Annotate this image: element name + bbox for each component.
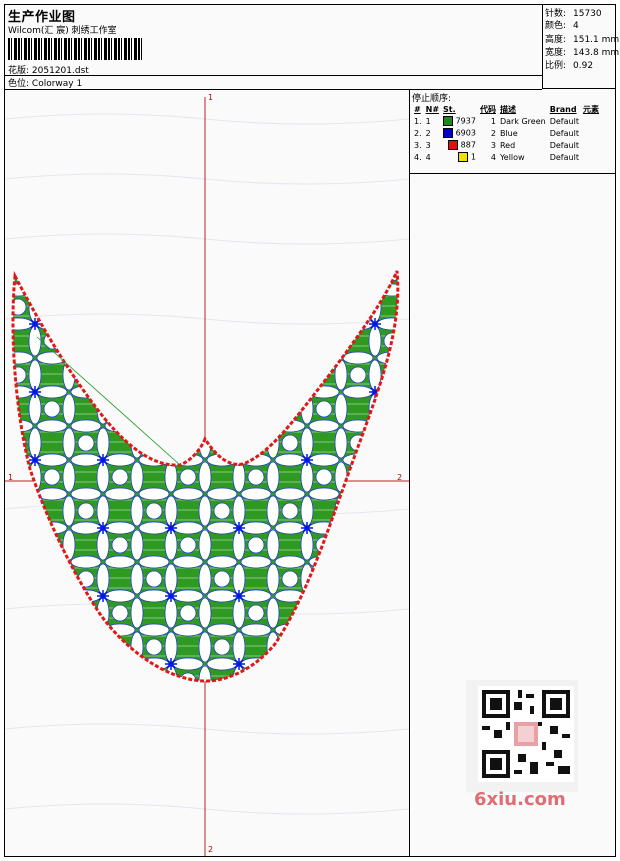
- col-element: 元素: [582, 104, 599, 114]
- col-code: 代码: [479, 104, 496, 114]
- axis-label-right: 2: [397, 473, 403, 482]
- embroidery-fill: [12, 271, 398, 682]
- colorway: 色位: Colorway 1: [8, 76, 82, 89]
- color-swatch: [443, 128, 454, 138]
- qr-code: [478, 686, 574, 782]
- col-description: 描述: [499, 104, 516, 114]
- design-stats: 针数: 15730 颜色: 4 高度: 151.1 mm 宽度: 143.8 mm 比例…: [542, 5, 619, 89]
- col-index: #: [414, 104, 421, 114]
- stat-scale: 比例: 0.92: [545, 61, 594, 71]
- color-swatch: [448, 140, 459, 150]
- table-row: 4. 4 1 4 Yellow Default: [414, 152, 579, 162]
- stop-sequence-panel: 停止顺序: # N# St. 代码 描述 Brand 元素 1. 1 7937 1…: [410, 89, 615, 174]
- table-header: # N# St. 代码 描述 Brand 元素: [412, 103, 601, 115]
- table-row: 3. 3 887 3 Red Default: [414, 140, 579, 150]
- axis-label-bottom: 2: [208, 845, 214, 854]
- divider: [5, 75, 542, 76]
- color-swatch: [458, 152, 469, 162]
- barcode: [8, 38, 142, 60]
- axis-label-left: 1: [8, 473, 14, 482]
- stat-width: 宽度: 143.8 mm: [545, 48, 620, 58]
- studio-name: Wilcom(汇 宸) 刺绣工作室: [8, 26, 117, 36]
- stat-colors: 颜色: 4: [545, 21, 579, 31]
- watermark-site: 6xiu.com: [474, 789, 566, 810]
- col-number: N#: [425, 104, 440, 114]
- axis-label-top: 1: [208, 93, 214, 102]
- stat-height: 高度: 151.1 mm: [545, 35, 620, 45]
- colorway-label: 色位:: [8, 79, 30, 89]
- table-row: 2. 2 6903 2 Blue Default: [414, 128, 579, 138]
- colorway-name: Colorway 1: [31, 79, 83, 89]
- col-stitches: St.: [443, 104, 456, 114]
- stop-sequence-table: # N# St. 代码 描述 Brand 元素 1. 1 7937 1 Dark G…: [412, 103, 601, 163]
- table-row: 1. 1 7937 1 Dark Green Default: [414, 116, 579, 126]
- color-swatch: [443, 116, 454, 126]
- header-info: 生产作业图 Wilcom(汇 宸) 刺绣工作室 花版: 2051201.dst …: [5, 5, 542, 90]
- embroidery-design-view: 1 2 1 2: [5, 89, 410, 856]
- col-brand: Brand: [549, 104, 577, 114]
- design-drawing: [5, 97, 409, 856]
